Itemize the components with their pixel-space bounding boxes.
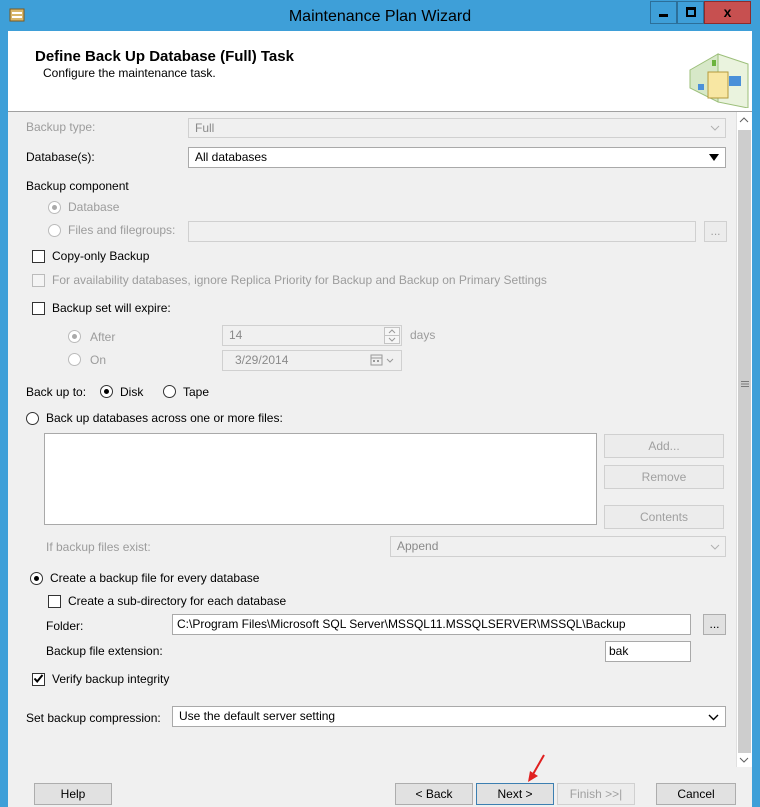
backup-files-list[interactable]: [44, 433, 597, 525]
expire-label: Backup set will expire:: [52, 301, 171, 315]
window-frame-left: [0, 0, 8, 807]
create-file-radio[interactable]: [30, 572, 43, 585]
extension-input[interactable]: bak: [605, 641, 691, 662]
filegroups-browse-button[interactable]: ...: [704, 221, 727, 242]
window-title: Maintenance Plan Wizard: [288, 8, 472, 25]
compression-chevron-down-icon: [708, 714, 719, 721]
extension-label: Backup file extension:: [46, 644, 163, 658]
expire-on-radio[interactable]: [68, 353, 81, 366]
disk-label: Disk: [120, 385, 144, 399]
expire-after-label: After: [90, 330, 116, 344]
close-icon: x: [723, 4, 732, 20]
if-exist-select[interactable]: Append: [390, 536, 726, 557]
if-exist-chevron-down-icon: [710, 544, 720, 550]
component-database-label: Database: [68, 200, 120, 214]
tape-label: Tape: [183, 385, 210, 399]
scroll-thumb[interactable]: [738, 130, 751, 753]
copy-only-label: Copy-only Backup: [52, 249, 150, 263]
wizard-graphic-icon: [689, 53, 749, 108]
compression-label: Set backup compression:: [26, 711, 161, 725]
backup-to-label: Back up to:: [26, 385, 87, 399]
page-title: Define Back Up Database (Full) Task: [35, 48, 294, 65]
cancel-button[interactable]: Cancel: [656, 783, 736, 805]
if-exist-label: If backup files exist:: [46, 540, 151, 554]
finish-button[interactable]: Finish >>|: [557, 783, 635, 805]
folder-browse-button[interactable]: ...: [703, 614, 726, 635]
window-frame-right: [752, 0, 760, 807]
back-button[interactable]: < Back: [395, 783, 473, 805]
across-files-label: Back up databases across one or more fil…: [46, 411, 283, 425]
annotation-arrow-icon: [528, 754, 545, 782]
calendar-icon[interactable]: [370, 354, 400, 367]
across-files-radio[interactable]: [26, 412, 39, 425]
contents-button[interactable]: Contents: [604, 505, 724, 529]
create-file-label: Create a backup file for every database: [50, 571, 260, 585]
checkmark-icon: [33, 674, 44, 684]
minimize-button[interactable]: [650, 1, 677, 24]
compression-select[interactable]: Use the default server setting: [172, 706, 726, 727]
databases-dropdown-arrow-icon: [709, 154, 719, 161]
folder-label: Folder:: [46, 619, 84, 633]
scroll-grip-icon: [741, 381, 749, 387]
sub-directory-checkbox[interactable]: [48, 595, 61, 608]
backup-type-label: Backup type:: [26, 120, 96, 134]
expire-on-label: On: [90, 353, 107, 367]
verify-label: Verify backup integrity: [52, 672, 170, 686]
component-files-radio[interactable]: [48, 224, 61, 237]
disk-radio[interactable]: [100, 385, 113, 398]
backup-component-label: Backup component: [26, 179, 129, 193]
scroll-up-icon[interactable]: [739, 115, 749, 125]
backup-type-chevron-down-icon: [710, 125, 720, 131]
databases-label: Database(s):: [26, 150, 95, 164]
add-file-button[interactable]: Add...: [604, 434, 724, 458]
days-label: days: [410, 328, 436, 342]
next-button[interactable]: Next >: [476, 783, 554, 805]
maximize-icon: [686, 7, 696, 17]
component-database-radio[interactable]: [48, 201, 61, 214]
page-subtitle: Configure the maintenance task.: [43, 66, 216, 80]
expire-days-input[interactable]: 14: [222, 325, 402, 346]
remove-file-button[interactable]: Remove: [604, 465, 724, 489]
filegroups-input[interactable]: [188, 221, 696, 242]
availability-label: For availability databases, ignore Repli…: [52, 273, 547, 287]
availability-checkbox[interactable]: [32, 274, 45, 287]
copy-only-checkbox[interactable]: [32, 250, 45, 263]
tape-radio[interactable]: [163, 385, 176, 398]
backup-type-select[interactable]: Full: [188, 118, 726, 138]
wizard-footer: [8, 767, 752, 807]
databases-select[interactable]: All databases: [188, 147, 726, 168]
expire-after-radio[interactable]: [68, 330, 81, 343]
sub-directory-label: Create a sub-directory for each database: [68, 594, 287, 608]
scroll-down-icon[interactable]: [739, 755, 749, 765]
folder-input[interactable]: C:\Program Files\Microsoft SQL Server\MS…: [172, 614, 691, 635]
component-files-label: Files and filegroups:: [68, 223, 176, 237]
minimize-icon: [659, 14, 668, 17]
help-button[interactable]: Help: [34, 783, 112, 805]
days-spinner-icon[interactable]: [384, 327, 400, 344]
expire-checkbox[interactable]: [32, 302, 45, 315]
